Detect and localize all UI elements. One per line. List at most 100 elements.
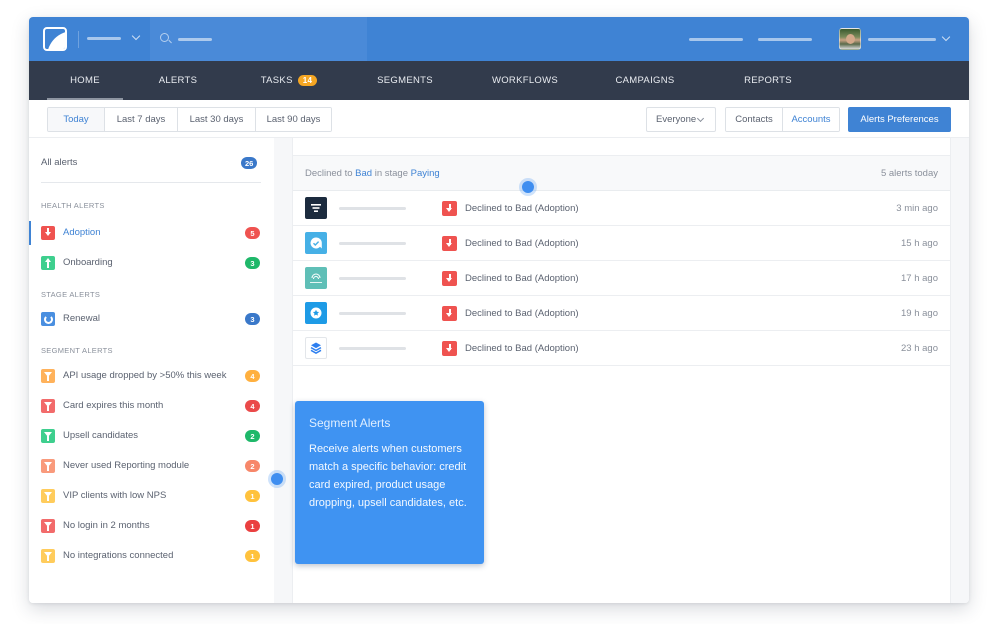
alert-row[interactable]: Declined to Bad (Adoption) 19 h ago (293, 296, 950, 331)
nav-label: WORKFLOWS (491, 75, 559, 86)
alert-text: Declined to Bad (Adoption) (465, 203, 579, 214)
panel-title: Declined to Bad in stage Paying (305, 168, 440, 179)
sidebar-item-vip-low-nps[interactable]: VIP clients with low NPS 1 (29, 482, 274, 510)
arrow-down-icon (442, 306, 457, 321)
divider (78, 31, 79, 48)
sidebar-item-adoption[interactable]: Adoption 5 (29, 219, 274, 247)
sidebar-item-upsell[interactable]: Upsell candidates 2 (29, 422, 274, 450)
sidebar-item-renewal[interactable]: Renewal 3 (29, 305, 274, 333)
nav-label: HOME (70, 75, 100, 86)
nav-segments[interactable]: SEGMENTS (367, 61, 443, 100)
chevron-down-icon (131, 31, 141, 41)
nav-campaigns[interactable]: CAMPAIGNS (605, 61, 685, 100)
arrow-up-icon (41, 256, 55, 270)
chevron-down-icon[interactable] (941, 32, 951, 42)
nav-reports[interactable]: REPORTS (735, 61, 801, 100)
top-bar (29, 17, 969, 61)
tour-hotspot[interactable] (271, 473, 283, 485)
user-name-placeholder[interactable] (868, 38, 936, 41)
nav-alerts[interactable]: ALERTS (141, 61, 215, 100)
entity-toggle: Contacts Accounts (725, 107, 840, 132)
sidebar-item-card-expires[interactable]: Card expires this month 4 (29, 392, 274, 420)
nav-label: SEGMENTS (377, 75, 433, 86)
renewal-icon (41, 312, 55, 326)
all-alerts-link[interactable]: All alerts (41, 157, 77, 168)
tooltip-body: Receive alerts when customers match a sp… (309, 443, 467, 509)
sidebar-item-label: Upsell candidates (63, 430, 138, 441)
app-window: HOME ALERTS TASKS 14 SEGMENTS WORKFLOWS C… (29, 17, 969, 603)
nav-tasks[interactable]: TASKS 14 (249, 61, 329, 100)
account-name-placeholder (339, 242, 406, 245)
search-icon (160, 33, 169, 42)
content-gutter (950, 138, 969, 603)
content-gutter (274, 138, 293, 603)
onboarding-tooltip: Segment Alerts Receive alerts when custo… (295, 401, 484, 564)
date-range-selector: Today Last 7 days Last 30 days Last 90 d… (47, 107, 332, 132)
avatar[interactable] (839, 28, 861, 50)
account-name-placeholder (339, 312, 406, 315)
alert-text: Declined to Bad (Adoption) (465, 238, 579, 249)
alert-row[interactable]: Declined to Bad (Adoption) 23 h ago (293, 331, 950, 366)
chevron-down-icon (696, 114, 705, 123)
date-range-30-days[interactable]: Last 30 days (177, 108, 255, 131)
arrow-down-icon (442, 236, 457, 251)
tasks-count-badge: 14 (297, 75, 318, 86)
sidebar-item-api-usage[interactable]: API usage dropped by >50% this week 4 (29, 362, 274, 390)
divider (41, 182, 261, 183)
zenchef-logo-icon (305, 267, 327, 289)
alert-time: 19 h ago (901, 308, 938, 319)
main-nav: HOME ALERTS TASKS 14 SEGMENTS WORKFLOWS C… (29, 61, 969, 100)
funnel-icon (41, 399, 55, 413)
title-text: in stage (372, 168, 411, 179)
nav-workflows[interactable]: WORKFLOWS (484, 61, 566, 100)
section-heading: STAGE ALERTS (41, 290, 101, 299)
topbar-link-placeholder[interactable] (689, 38, 743, 41)
health-state-link[interactable]: Bad (355, 168, 372, 179)
count-badge: 1 (245, 490, 260, 502)
filter-logo-icon (305, 197, 327, 219)
count-badge: 2 (245, 460, 260, 472)
alert-row[interactable]: Declined to Bad (Adoption) 17 h ago (293, 261, 950, 296)
funnel-icon (41, 549, 55, 563)
filter-toolbar: Today Last 7 days Last 30 days Last 90 d… (29, 100, 969, 138)
nav-home[interactable]: HOME (47, 61, 123, 100)
audience-dropdown[interactable]: Everyone (646, 107, 716, 132)
arrow-down-icon (442, 201, 457, 216)
contacts-tab[interactable]: Contacts (726, 108, 782, 131)
alerts-preferences-button[interactable]: Alerts Preferences (848, 107, 951, 132)
count-badge: 5 (245, 227, 260, 239)
alert-row[interactable]: Declined to Bad (Adoption) 3 min ago (293, 191, 950, 226)
account-name-placeholder (87, 37, 121, 40)
date-range-today[interactable]: Today (48, 108, 104, 131)
alert-time: 17 h ago (901, 273, 938, 284)
app-logo-icon[interactable] (43, 27, 67, 51)
alert-row[interactable]: Declined to Bad (Adoption) 15 h ago (293, 226, 950, 261)
alert-text: Declined to Bad (Adoption) (465, 343, 579, 354)
funnel-icon (41, 519, 55, 533)
sidebar-item-reporting-module[interactable]: Never used Reporting module 2 (29, 452, 274, 480)
date-range-90-days[interactable]: Last 90 days (255, 108, 331, 131)
stage-link[interactable]: Paying (411, 168, 440, 179)
audience-value: Everyone (656, 114, 697, 125)
sidebar-item-label: No login in 2 months (63, 520, 150, 531)
search-box[interactable] (150, 17, 367, 61)
accounts-tab[interactable]: Accounts (782, 108, 839, 131)
arrow-down-icon (442, 341, 457, 356)
search-input[interactable] (176, 31, 356, 47)
sidebar-item-no-login[interactable]: No login in 2 months 1 (29, 512, 274, 540)
count-badge: 3 (245, 257, 260, 269)
topbar-link-placeholder[interactable] (758, 38, 812, 41)
sidebar-item-no-integrations[interactable]: No integrations connected 1 (29, 542, 274, 570)
alert-time: 23 h ago (901, 343, 938, 354)
sidebar-item-label: Adoption (63, 227, 101, 238)
sidebar-item-onboarding[interactable]: Onboarding 3 (29, 249, 274, 277)
count-badge: 2 (245, 430, 260, 442)
nav-label: ALERTS (158, 75, 198, 86)
date-range-7-days[interactable]: Last 7 days (104, 108, 177, 131)
title-text: Declined to (305, 168, 356, 179)
tour-hotspot[interactable] (522, 181, 534, 193)
star-badge-logo-icon (305, 302, 327, 324)
panel-header: Declined to Bad in stage Paying 5 alerts… (293, 156, 950, 191)
section-heading: SEGMENT ALERTS (41, 346, 113, 355)
account-switcher[interactable] (85, 29, 147, 49)
